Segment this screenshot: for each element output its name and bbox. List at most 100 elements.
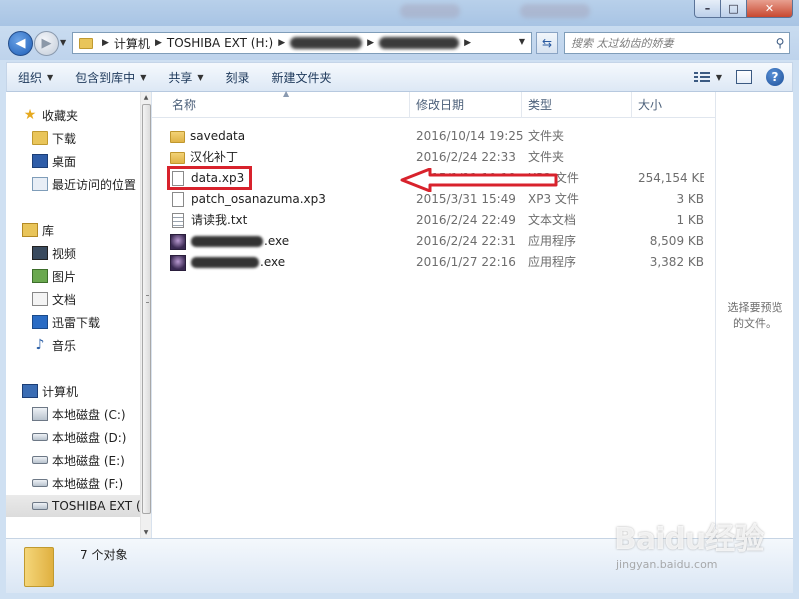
new-folder-button[interactable]: 新建文件夹 bbox=[261, 69, 343, 86]
nav-computer[interactable]: 计算机 bbox=[22, 380, 157, 402]
view-details-icon[interactable] bbox=[693, 71, 710, 83]
star-icon: ★ bbox=[23, 107, 37, 123]
navigation-scrollbar[interactable]: ▲ ▼ bbox=[140, 92, 151, 538]
video-icon bbox=[32, 246, 48, 260]
breadcrumb-redacted-folder[interactable] bbox=[379, 37, 460, 49]
file-size: 8,509 KB bbox=[649, 234, 704, 248]
drive-icon bbox=[32, 479, 48, 487]
file-name: patch_osanazuma.xp3 bbox=[191, 192, 326, 206]
folder-icon bbox=[79, 37, 93, 49]
preview-pane: 选择要预览 的文件。 bbox=[715, 92, 793, 538]
file-date: 2016/10/14 19:25 bbox=[416, 129, 524, 143]
forward-button[interactable]: ▶ bbox=[34, 31, 59, 56]
preview-message: 选择要预览 的文件。 bbox=[727, 301, 783, 330]
file-size bbox=[638, 126, 704, 147]
address-dropdown-icon[interactable]: ▼ bbox=[519, 37, 525, 46]
file-date: 2015/3/31 15:49 bbox=[416, 192, 516, 206]
text-file-icon bbox=[172, 213, 184, 228]
burn-button[interactable]: 刻录 bbox=[215, 69, 261, 86]
download-manager-icon bbox=[32, 315, 48, 329]
file-date: 2016/2/24 22:31 bbox=[416, 234, 516, 248]
chevron-right-icon[interactable]: ▶ bbox=[155, 38, 162, 48]
search-input[interactable] bbox=[565, 34, 771, 52]
chevron-right-icon[interactable]: ▶ bbox=[278, 38, 285, 48]
title-blur bbox=[400, 4, 460, 18]
red-arrow-annotation bbox=[400, 168, 558, 192]
breadcrumb-redacted-folder[interactable] bbox=[290, 37, 363, 49]
file-row[interactable]: savedata 2016/10/14 19:25 文件夹 bbox=[166, 126, 706, 147]
column-size[interactable]: 大小 bbox=[632, 92, 712, 118]
refresh-button[interactable]: ⇆ bbox=[536, 32, 558, 54]
chevron-right-icon[interactable]: ▶ bbox=[367, 38, 374, 48]
file-type: 应用程序 bbox=[528, 255, 577, 269]
recent-places-icon bbox=[32, 177, 48, 191]
file-name: .exe bbox=[260, 255, 286, 269]
organize-menu[interactable]: 组织 ▼ bbox=[7, 69, 64, 86]
folder-icon bbox=[170, 131, 185, 143]
scroll-down-icon[interactable]: ▼ bbox=[141, 529, 151, 536]
drive-icon bbox=[32, 456, 48, 464]
watermark-logo: Baidu经验 bbox=[614, 522, 764, 557]
chevron-down-icon[interactable]: ▼ bbox=[716, 73, 722, 82]
computer-icon bbox=[22, 384, 38, 398]
include-in-library-menu[interactable]: 包含到库中 ▼ bbox=[64, 69, 157, 86]
search-icon[interactable]: ⚲ bbox=[771, 36, 789, 50]
file-size bbox=[638, 147, 704, 168]
file-type: XP3 文件 bbox=[528, 192, 579, 206]
file-name: 请读我.txt bbox=[191, 213, 248, 227]
help-icon[interactable]: ? bbox=[766, 68, 784, 86]
command-bar: 组织 ▼ 包含到库中 ▼ 共享 ▼ 刻录 新建文件夹 ▼ ? bbox=[6, 62, 793, 92]
file-row[interactable]: patch_osanazuma.xp3 2015/3/31 15:49 XP3 … bbox=[166, 189, 706, 210]
item-count: 7 个对象 bbox=[80, 548, 128, 562]
file-row[interactable]: .exe 2016/1/27 22:16 应用程序 3,382 KB bbox=[166, 252, 706, 273]
folder-icon bbox=[24, 547, 54, 587]
file-icon bbox=[172, 192, 184, 207]
file-size: 3 KB bbox=[676, 192, 704, 206]
maximize-button[interactable]: □ bbox=[721, 0, 747, 18]
search-box[interactable]: ⚲ bbox=[564, 32, 790, 54]
file-type: 应用程序 bbox=[528, 234, 577, 248]
minimize-button[interactable]: – bbox=[694, 0, 721, 18]
title-blur bbox=[520, 4, 590, 18]
drive-icon bbox=[32, 502, 48, 510]
file-date: 2016/2/24 22:49 bbox=[416, 213, 516, 227]
preview-pane-icon[interactable] bbox=[736, 70, 752, 84]
music-icon: ♪ bbox=[35, 337, 45, 353]
file-row[interactable]: 请读我.txt 2016/2/24 22:49 文本文档 1 KB bbox=[166, 210, 706, 231]
watermark-url: jingyan.baidu.com bbox=[616, 558, 718, 571]
back-button[interactable]: ◀ bbox=[8, 31, 33, 56]
download-folder-icon bbox=[32, 131, 48, 145]
file-list: ▲ 名称 修改日期 类型 大小 savedata 2016/10/14 19:2… bbox=[152, 89, 715, 538]
column-type[interactable]: 类型 bbox=[522, 92, 632, 118]
application-icon bbox=[170, 233, 186, 250]
nav-libraries[interactable]: 库 bbox=[22, 219, 157, 241]
desktop-icon bbox=[32, 154, 48, 168]
file-size: 1 KB bbox=[676, 213, 704, 227]
breadcrumb: ▶ 计算机 ▶ TOSHIBA EXT (H:) ▶ ▶ ▶ bbox=[97, 35, 476, 52]
breadcrumb-computer[interactable]: 计算机 bbox=[114, 35, 150, 52]
recent-pages-dropdown[interactable]: ▼ bbox=[60, 38, 66, 47]
chevron-right-icon[interactable]: ▶ bbox=[464, 38, 471, 48]
chevron-down-icon: ▼ bbox=[140, 72, 147, 82]
nav-favorites[interactable]: ★ 收藏夹 bbox=[22, 104, 157, 126]
chevron-right-icon[interactable]: ▶ bbox=[102, 38, 109, 48]
close-button[interactable]: ✕ bbox=[747, 0, 793, 18]
application-icon bbox=[170, 254, 186, 271]
file-size: 254,154 KB bbox=[638, 171, 704, 185]
file-name: savedata bbox=[190, 129, 246, 143]
file-row[interactable]: .exe 2016/2/24 22:31 应用程序 8,509 KB bbox=[166, 231, 706, 252]
file-name: 汉化补丁 bbox=[190, 150, 239, 164]
share-menu[interactable]: 共享 ▼ bbox=[157, 69, 214, 86]
title-bar: – □ ✕ bbox=[0, 0, 799, 26]
column-date[interactable]: 修改日期 bbox=[410, 92, 522, 118]
nav-drive-h[interactable]: TOSHIBA EXT (H:) bbox=[6, 495, 141, 517]
chevron-down-icon: ▼ bbox=[47, 72, 54, 82]
scroll-up-icon[interactable]: ▲ bbox=[141, 94, 151, 101]
breadcrumb-drive[interactable]: TOSHIBA EXT (H:) bbox=[167, 36, 273, 50]
system-drive-icon bbox=[32, 407, 48, 421]
file-size: 3,382 KB bbox=[649, 255, 704, 269]
column-name[interactable]: 名称 bbox=[166, 92, 410, 118]
file-row[interactable]: 汉化补丁 2016/2/24 22:33 文件夹 bbox=[166, 147, 706, 168]
scrollbar-thumb[interactable] bbox=[142, 104, 151, 514]
address-bar[interactable]: ▶ 计算机 ▶ TOSHIBA EXT (H:) ▶ ▶ ▶ ▼ bbox=[72, 32, 532, 54]
